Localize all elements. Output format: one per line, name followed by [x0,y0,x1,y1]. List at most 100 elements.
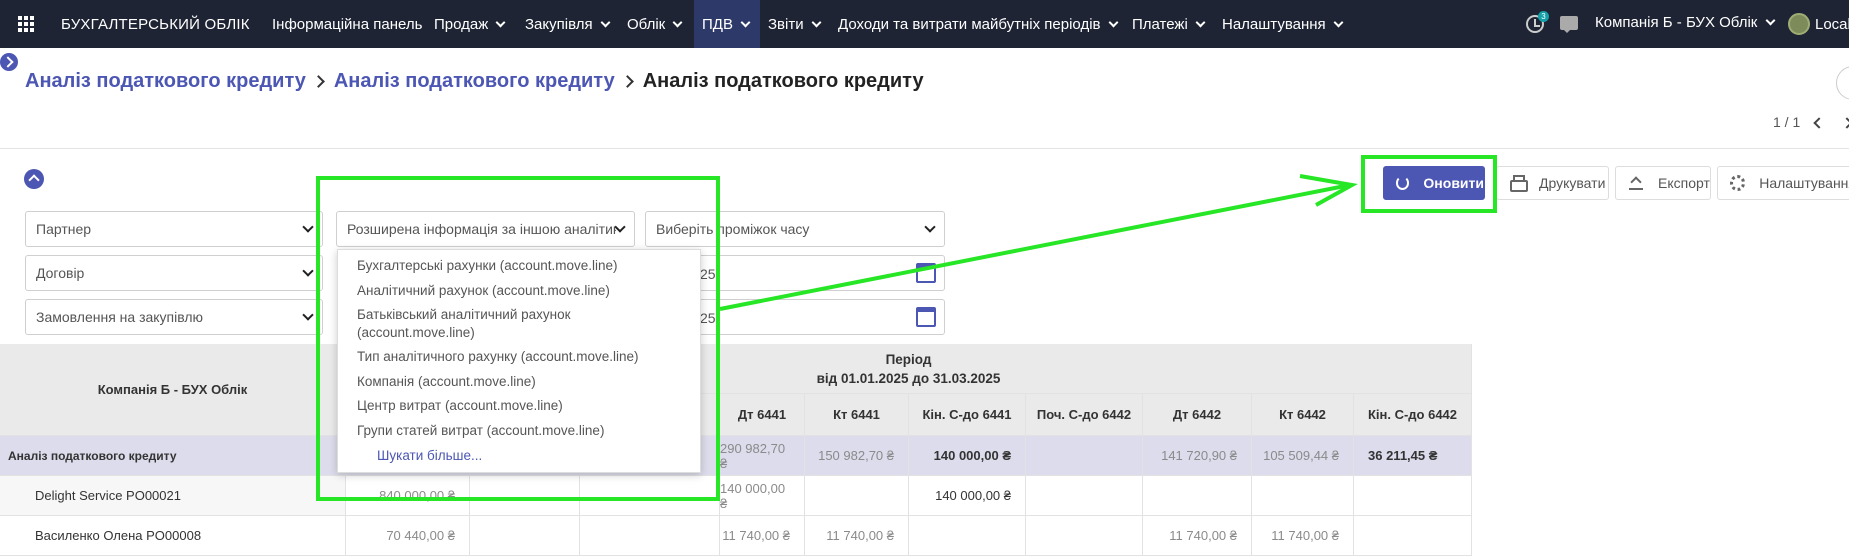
menu-sales[interactable]: Продаж [426,0,512,48]
chevron-down-icon [1108,17,1118,27]
table-row-label[interactable]: Delight Service PO00021 [0,476,346,516]
date-from-field[interactable]: 25 [700,255,945,291]
column-header[interactable]: Поч. С-до 6442 [1026,394,1143,436]
table-cell [1143,476,1252,516]
calendar-icon[interactable] [916,263,936,283]
cell-value: 70 440,00 ₴ [386,528,455,543]
date-to-field[interactable]: 25 [700,299,945,335]
chevron-down-icon [1765,15,1776,26]
apps-menu-icon[interactable] [18,16,34,32]
help-button[interactable] [1836,66,1849,100]
table-cell: 11 740,00 ₴ [720,516,805,556]
menu-label: Налаштування [1222,15,1326,33]
table-cell [470,516,580,556]
annotation-highlight-dropdown [316,176,720,501]
partner-placeholder: Партнер [36,221,92,237]
column-header[interactable]: Кін. С-до 6442 [1354,394,1472,436]
menu-label: Платежі [1132,15,1188,33]
menu-vat[interactable]: ПДВ [694,0,760,48]
pager-prev-icon[interactable] [1813,117,1825,129]
table-cell [1026,436,1143,476]
chevron-down-icon [1333,17,1344,27]
column-header-text: Кін. С-до 6441 [922,407,1012,422]
chevron-down-icon [740,17,751,27]
table-cell: 290 982,70 ₴ [720,436,805,476]
menu-payments[interactable]: Платежі [1124,0,1212,48]
chevron-down-icon [495,17,506,27]
collapse-filters-icon[interactable] [24,169,44,189]
table-cell [1026,476,1143,516]
company-switcher[interactable]: Компанія Б - БУХ Облік [1595,14,1776,31]
pager-next-icon[interactable] [1841,117,1849,129]
company-label: Компанія Б - БУХ Облік [1595,14,1758,31]
gear-icon [1730,175,1746,191]
upload-icon [1628,175,1644,191]
column-header[interactable]: Дт 6441 [720,394,805,436]
export-label: Експорт [1658,175,1710,191]
chevron-down-icon [302,264,314,277]
table-cell: 70 440,00 ₴ [346,516,470,556]
cell-value: 11 740,00 ₴ [826,528,894,543]
company-header-text: Компанія Б - БУХ Облік [97,382,248,397]
breadcrumb-link-1[interactable]: Аналіз податкового кредиту [25,70,306,93]
report-table: Компанія Б - БУХ Облік Період від 01.01.2… [0,344,1472,556]
chevron-down-icon [600,17,611,27]
table-cell [1354,516,1472,556]
menu-label: Продаж [434,15,489,33]
column-header[interactable]: Дт 6442 [1143,394,1252,436]
column-header-text: Кт 6441 [833,407,880,422]
column-header[interactable]: Кін. С-до 6441 [909,394,1026,436]
calendar-icon[interactable] [916,307,936,327]
group-row-label[interactable]: Аналіз податкового кредиту [0,436,346,476]
purchase-order-placeholder: Замовлення на закупівлю [36,309,204,325]
annotation-highlight-refresh [1361,155,1497,213]
table-cell: 141 720,90 ₴ [1143,436,1252,476]
menu-label: Інформаційна панель [272,15,423,33]
cell-value: 140 000,00 ₴ [935,488,1011,503]
company-header: Компанія Б - БУХ Облік [0,344,346,436]
cell-value: 141 720,90 ₴ [1161,448,1237,463]
table-cell [580,516,720,556]
partner-select[interactable]: Партнер [25,211,323,247]
menu-purchase[interactable]: Закупівля [517,0,617,48]
chevron-down-icon [302,308,314,321]
table-row-label[interactable]: Василенко Олена PO00008 [0,516,346,556]
breadcrumb-link-2[interactable]: Аналіз податкового кредиту [334,70,615,93]
menu-accounting[interactable]: Облік [619,0,689,48]
table-cell [805,476,909,516]
menu-label: Звіти [768,15,804,33]
settings-label: Налаштування [1759,175,1849,191]
chevron-right-icon [620,75,634,88]
column-header-text: Кт 6442 [1279,407,1326,422]
menu-label: Доходи та витрати майбутніх періодів [838,15,1101,33]
menu-dashboard[interactable]: Інформаційна панель [264,0,430,48]
purchase-order-select[interactable]: Замовлення на закупівлю [25,299,323,335]
export-button[interactable]: Експорт [1615,166,1711,200]
page-title: Аналіз податкового кредиту [642,70,924,92]
menu-reports[interactable]: Звіти [760,0,828,48]
cell-value: 11 740,00 ₴ [1169,528,1237,543]
column-header[interactable]: Кт 6442 [1252,394,1354,436]
table-cell [909,516,1026,556]
app-brand[interactable]: БУХГАЛТЕРСЬКИЙ ОБЛІК [61,16,250,33]
sidebar-toggle-icon[interactable] [0,53,18,71]
chat-icon[interactable] [1560,16,1578,33]
menu-deferred[interactable]: Доходи та витрати майбутніх періодів [830,0,1125,48]
user-name[interactable]: Local [1815,16,1849,33]
print-button[interactable]: Друкувати [1496,166,1609,200]
chevron-down-icon [1195,17,1206,27]
contract-select[interactable]: Договір [25,255,323,291]
settings-button[interactable]: Налаштування [1717,166,1849,200]
cell-value: 105 509,44 ₴ [1263,448,1339,463]
table-cell: 105 509,44 ₴ [1252,436,1354,476]
menu-label: Облік [627,15,666,33]
cell-value: 11 740,00 ₴ [722,528,790,543]
avatar[interactable] [1788,13,1810,35]
table-cell [1026,516,1143,556]
cell-value: 140 000,00 ₴ [933,448,1011,463]
divider [0,148,1849,149]
print-label: Друкувати [1539,175,1606,191]
menu-settings[interactable]: Налаштування [1214,0,1350,48]
row-label-text: Delight Service PO00021 [35,488,181,503]
column-header[interactable]: Кт 6441 [805,394,909,436]
